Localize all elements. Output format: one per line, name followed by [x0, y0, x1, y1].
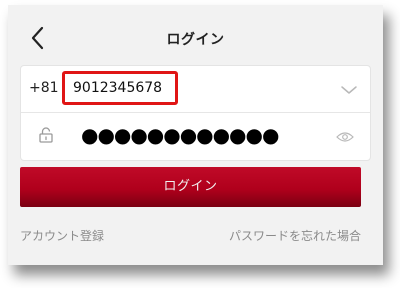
lock-icon — [39, 127, 53, 143]
password-row — [21, 113, 370, 159]
forgot-password-link[interactable]: パスワードを忘れた場合 — [229, 227, 361, 244]
nav-bar: ログイン — [8, 5, 383, 65]
phone-row: +81 — [21, 66, 370, 113]
country-dropdown-button[interactable] — [340, 81, 358, 94]
show-password-button[interactable] — [336, 128, 354, 142]
password-input[interactable] — [81, 123, 281, 147]
eye-icon — [336, 132, 354, 142]
chevron-down-icon — [341, 86, 357, 94]
login-screen: ログイン +81 9012345678 ●●●●●●●●●●●● ログイン アカ… — [8, 5, 383, 265]
page-title: ログイン — [166, 32, 225, 48]
login-form: +81 — [20, 65, 371, 161]
country-code[interactable]: +81 — [29, 80, 59, 96]
login-button[interactable]: ログイン — [20, 167, 361, 207]
register-link[interactable]: アカウント登録 — [20, 227, 104, 244]
page-backdrop: ログイン +81 9012345678 ●●●●●●●●●●●● ログイン アカ… — [0, 0, 400, 288]
phone-input[interactable] — [62, 71, 178, 105]
